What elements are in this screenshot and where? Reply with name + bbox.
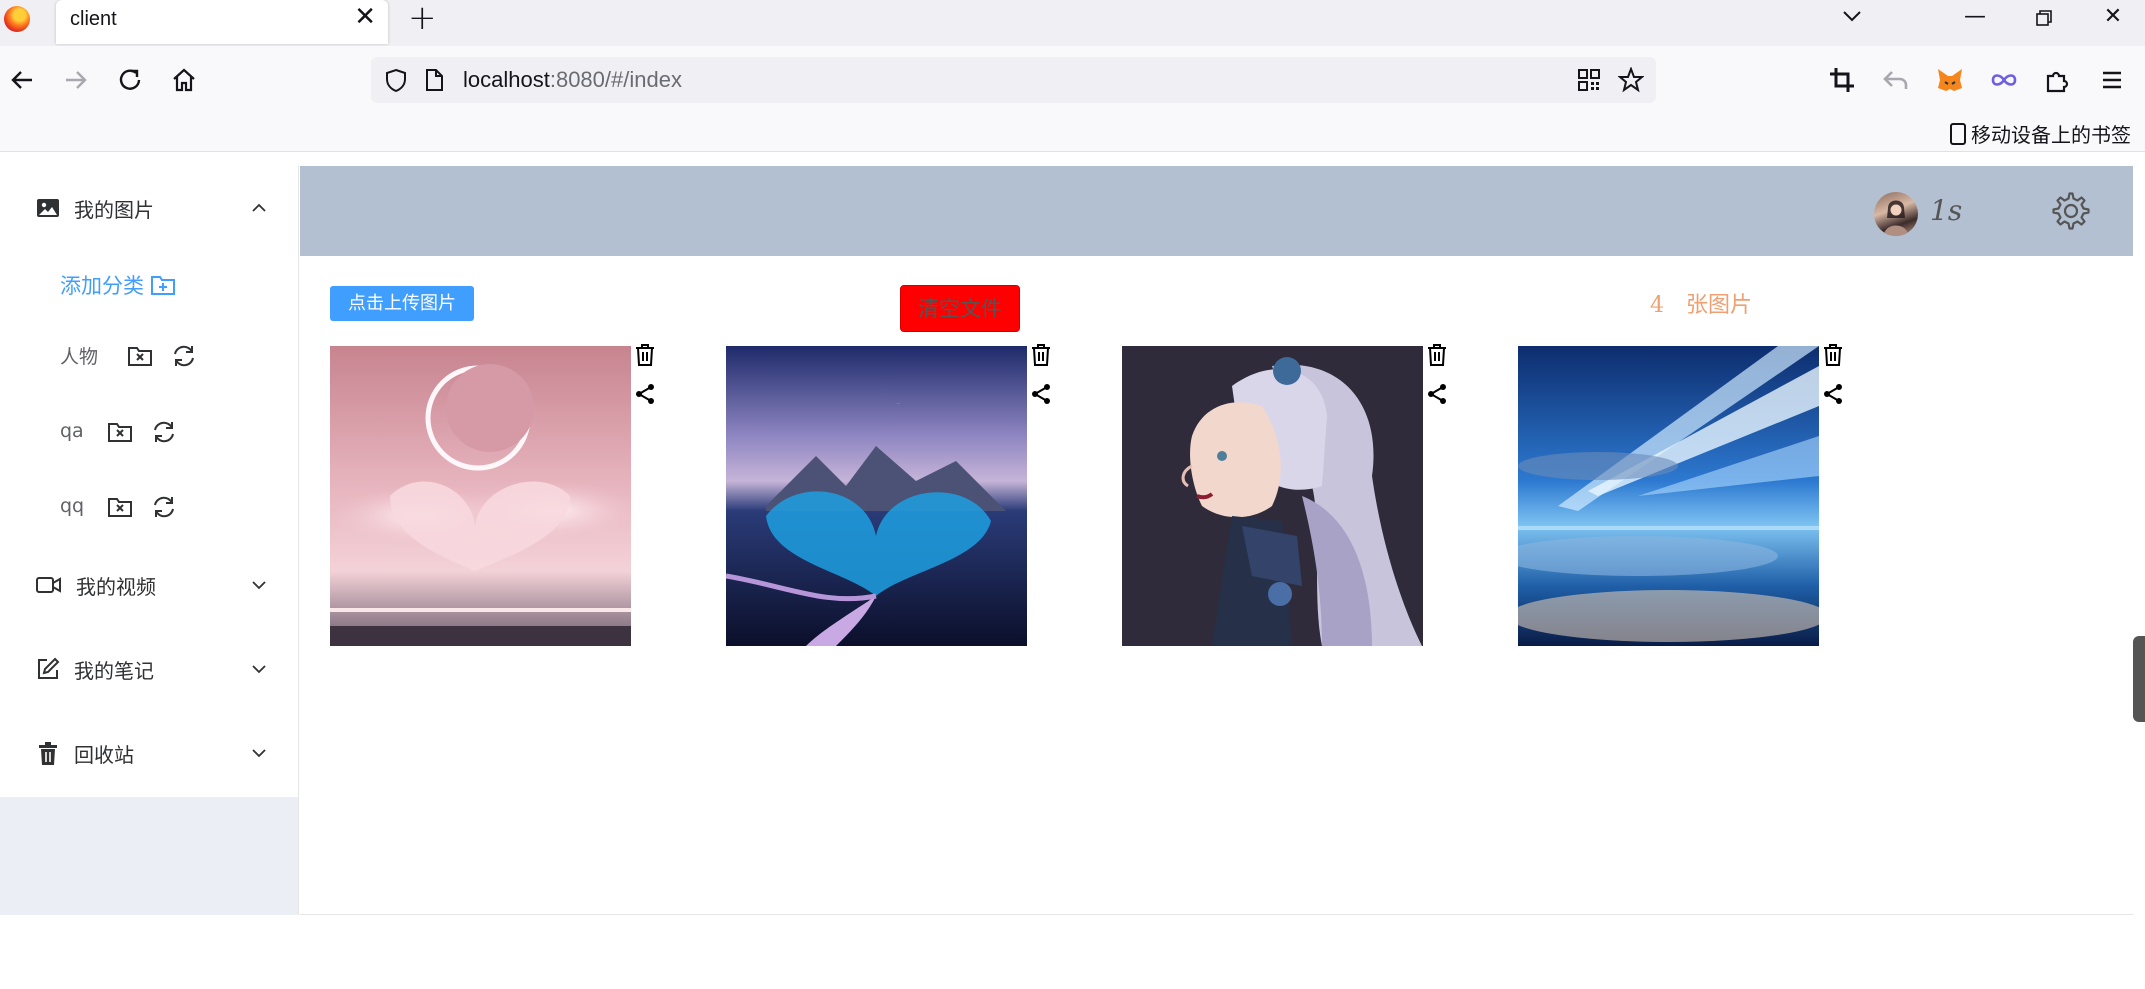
menu-recycle-bin-label: 回收站 <box>74 742 134 767</box>
folder-delete-icon[interactable] <box>126 342 154 370</box>
url-text[interactable]: localhost:8080/#/index <box>463 67 682 93</box>
category-name: qq <box>60 495 85 517</box>
metamask-fox-icon[interactable] <box>1934 64 1966 96</box>
folder-delete-icon[interactable] <box>106 493 134 521</box>
picture-count-suffix: 张图片 <box>1686 293 1753 318</box>
reload-icon[interactable] <box>114 64 146 96</box>
picture-card[interactable] <box>1122 346 1423 646</box>
add-category-button[interactable]: 添加分类 <box>60 270 176 300</box>
refresh-icon[interactable] <box>150 493 178 521</box>
picture-thumbnail <box>330 346 631 646</box>
mobile-bookmarks-label: 移动设备上的书签 <box>1971 123 2131 147</box>
screenshot-crop-icon[interactable] <box>1826 64 1858 96</box>
folder-delete-icon[interactable] <box>106 418 134 446</box>
picture-card[interactable] <box>1518 346 1819 646</box>
share-icon[interactable] <box>1424 381 1450 407</box>
chevron-down-icon <box>252 665 266 674</box>
picture-count: 4 张图片 <box>1650 287 1752 319</box>
bookmark-star-icon[interactable] <box>1618 67 1644 93</box>
sidebar-divider <box>298 166 299 915</box>
picture-card[interactable] <box>726 346 1027 646</box>
video-camera-icon <box>36 577 61 593</box>
username[interactable]: 1s <box>1930 194 1962 227</box>
menu-hamburger-icon[interactable] <box>2096 64 2128 96</box>
chevron-up-icon <box>252 203 266 212</box>
qr-code-icon[interactable] <box>1577 68 1601 92</box>
menu-my-videos[interactable]: 我的视频 <box>36 569 266 601</box>
edit-note-icon <box>38 657 60 679</box>
trash-icon <box>39 742 57 765</box>
browser-tab[interactable]: client ✕ <box>56 0 388 44</box>
url-host: localhost <box>463 67 550 92</box>
close-window-icon[interactable]: ✕ <box>2086 0 2140 36</box>
trash-icon[interactable] <box>1028 342 1054 368</box>
page-icon <box>426 69 443 91</box>
user-avatar[interactable] <box>1874 192 1918 236</box>
tab-list-chevron-icon[interactable] <box>1840 4 1864 28</box>
upload-picture-button[interactable]: 点击上传图片 <box>330 286 474 321</box>
firefox-logo-icon[interactable] <box>4 6 30 32</box>
tab-close-icon[interactable]: ✕ <box>354 4 376 30</box>
forward-icon[interactable] <box>60 64 92 96</box>
share-icon[interactable] <box>632 381 658 407</box>
category-item[interactable]: qa <box>60 420 84 442</box>
menu-my-pictures-label: 我的图片 <box>74 197 154 222</box>
bookmarks-bar: 移动设备上的书签 <box>0 116 2145 152</box>
content-bottom-border <box>300 914 2133 915</box>
mobile-device-icon <box>1950 122 1966 145</box>
extensions-puzzle-icon[interactable] <box>2042 64 2074 96</box>
share-icon[interactable] <box>1820 381 1846 407</box>
menu-my-notes[interactable]: 我的笔记 <box>36 653 266 685</box>
category-item[interactable]: 人物 <box>60 342 98 369</box>
minimize-icon[interactable]: — <box>1948 0 2002 36</box>
refresh-icon[interactable] <box>170 342 198 370</box>
chevron-down-icon <box>252 581 266 590</box>
tab-title: client <box>70 8 117 30</box>
shield-icon[interactable] <box>383 67 409 93</box>
sidebar <box>0 166 298 797</box>
menu-my-pictures[interactable]: 我的图片 <box>36 192 266 224</box>
category-name: 人物 <box>60 346 99 368</box>
share-icon[interactable] <box>1028 381 1054 407</box>
picture-thumbnail <box>1122 346 1423 646</box>
trash-icon[interactable] <box>1820 342 1846 368</box>
menu-my-notes-label: 我的笔记 <box>74 658 154 683</box>
chevron-down-icon <box>252 749 266 758</box>
infinity-extension-icon[interactable] <box>1988 64 2020 96</box>
refresh-icon[interactable] <box>150 418 178 446</box>
app-header <box>300 166 2133 256</box>
sidebar-footer-area <box>0 797 298 915</box>
browser-tab-strip: client ✕ + — ✕ <box>0 0 2145 46</box>
category-item[interactable]: qq <box>60 495 84 517</box>
menu-my-videos-label: 我的视频 <box>76 574 156 599</box>
url-bar[interactable]: localhost:8080/#/index <box>371 57 1656 103</box>
mobile-bookmarks[interactable]: 移动设备上的书签 <box>1949 119 2131 148</box>
new-tab-icon[interactable]: + <box>408 0 437 36</box>
restore-icon[interactable] <box>2017 0 2071 36</box>
home-icon[interactable] <box>168 64 200 96</box>
picture-card[interactable] <box>330 346 631 646</box>
side-panel-handle[interactable] <box>2133 636 2145 722</box>
picture-count-number: 4 <box>1650 293 1664 318</box>
url-path: :8080/#/index <box>549 67 682 92</box>
gear-icon[interactable] <box>2052 192 2090 230</box>
picture-thumbnail <box>726 346 1027 646</box>
back-icon[interactable] <box>6 64 38 96</box>
picture-thumbnail <box>1518 346 1819 646</box>
undo-arrow-icon[interactable] <box>1880 64 1912 96</box>
picture-icon <box>37 199 59 217</box>
menu-recycle-bin[interactable]: 回收站 <box>36 737 266 769</box>
folder-add-icon <box>151 276 175 295</box>
trash-icon[interactable] <box>1424 342 1450 368</box>
category-name: qa <box>60 420 84 442</box>
avatar-image <box>1884 200 1908 236</box>
clear-files-button[interactable]: 清空文件 <box>900 285 1020 332</box>
trash-icon[interactable] <box>632 342 658 368</box>
add-category-label: 添加分类 <box>60 274 144 298</box>
